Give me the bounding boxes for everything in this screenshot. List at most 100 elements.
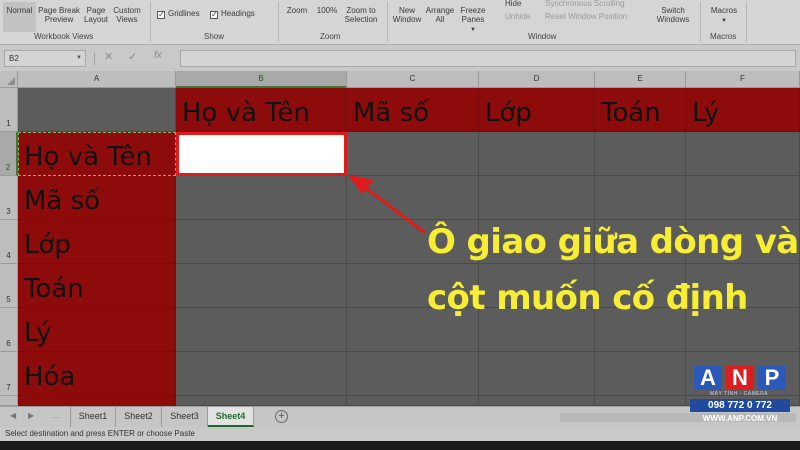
cancel-icon[interactable]: ✕ (104, 50, 113, 63)
cell-text: Lý (692, 98, 720, 128)
row-header-1[interactable]: 1 (0, 88, 18, 132)
row-header-4[interactable]: 4 (0, 220, 18, 264)
reset-window-position-button[interactable]: Reset Window Position (545, 12, 627, 22)
freeze-panes-button[interactable]: Freeze Panes ▼ (456, 6, 490, 35)
cell-e1[interactable]: Toán (595, 88, 686, 132)
scroll-right-icon[interactable]: ▶ (28, 411, 34, 420)
row-header-7[interactable]: 7 (0, 352, 18, 396)
row-number: 6 (6, 339, 11, 348)
cell-a6[interactable]: Lý (18, 308, 176, 352)
grid-cell[interactable] (479, 396, 595, 406)
gridlines-checkbox[interactable]: ✓ Gridlines (157, 9, 200, 19)
row-header-2[interactable]: 2 (0, 132, 18, 176)
cell-a5[interactable]: Toán (18, 264, 176, 308)
normal-view-button[interactable]: Normal (3, 2, 36, 32)
zoom-button[interactable]: Zoom (282, 6, 312, 15)
column-header-f[interactable]: F (686, 71, 800, 88)
tab-sheet3[interactable]: Sheet3 (162, 407, 208, 427)
grid-cell[interactable] (176, 396, 347, 406)
headings-checkbox[interactable]: ✓ Headings (210, 9, 255, 19)
grid-cell[interactable] (479, 132, 595, 176)
grid-cell[interactable] (176, 352, 347, 396)
cell-text: Họ và Tên (24, 142, 153, 172)
grid-cell[interactable] (686, 132, 800, 176)
cell-c1[interactable]: Mã số (347, 88, 479, 132)
page-layout-button[interactable]: Page Layout (82, 6, 110, 24)
arrange-all-button[interactable]: Arrange All (424, 6, 456, 24)
custom-views-button[interactable]: Custom Views (110, 6, 144, 24)
zoom-to-selection-button[interactable]: Zoom to Selection (340, 6, 382, 24)
synchronous-scrolling-button[interactable]: Synchronous Scrolling (545, 0, 625, 9)
page-break-preview-button[interactable]: Page Break Preview (38, 6, 80, 24)
chevron-down-icon: ▼ (76, 55, 82, 61)
gridlines-label: Gridlines (168, 9, 200, 18)
grid-cell[interactable] (176, 176, 347, 220)
add-sheet-button[interactable]: + (275, 410, 288, 423)
grid-cell[interactable] (347, 132, 479, 176)
column-header-b[interactable]: B (176, 71, 347, 88)
logo-website: WWW.ANP.COM.VN (702, 414, 778, 423)
headings-label: Headings (221, 9, 255, 18)
formula-input[interactable] (180, 50, 796, 67)
scroll-left-icon[interactable]: ◀ (10, 411, 16, 420)
synchronous-scrolling-label: Synchronous Scrolling (545, 0, 625, 8)
cell-a8[interactable] (18, 396, 176, 406)
enter-icon[interactable]: ✓ (128, 50, 137, 63)
arrange-all-label: Arrange All (425, 6, 455, 24)
new-window-button[interactable]: New Window (390, 6, 424, 24)
cell-b1[interactable]: Họ và Tên (176, 88, 347, 132)
zoom-100-button[interactable]: 100% (314, 6, 340, 15)
tab-sheet1[interactable]: Sheet1 (70, 407, 116, 427)
tab-sheet4[interactable]: Sheet4 (208, 407, 254, 427)
grid-cell[interactable] (595, 396, 686, 406)
grid-cell[interactable] (176, 264, 347, 308)
tab-sheet2[interactable]: Sheet2 (116, 407, 162, 427)
column-header-e[interactable]: E (595, 71, 686, 88)
cell-a7[interactable]: Hóa (18, 352, 176, 396)
column-header-c[interactable]: C (347, 71, 479, 88)
insert-function-icon[interactable]: fx (154, 50, 162, 61)
hide-button[interactable]: Hide (505, 0, 521, 9)
group-workbook-views: Workbook Views (34, 32, 94, 41)
row-number: 4 (6, 251, 11, 260)
active-cell-b2[interactable] (176, 132, 347, 176)
page-break-preview-label: Page Break Preview (38, 6, 80, 24)
group-macros: Macros (710, 32, 737, 41)
switch-windows-button[interactable]: Switch Windows (652, 6, 694, 24)
macros-label: Macros (710, 6, 738, 15)
grid-cell[interactable] (595, 352, 686, 396)
cell-a3[interactable]: Mã số (18, 176, 176, 220)
name-box[interactable]: B2 ▼ (4, 50, 86, 67)
select-all-button[interactable] (0, 71, 18, 88)
cell-text: Mã số (24, 186, 101, 216)
cell-f1[interactable]: Lý (686, 88, 800, 132)
hide-label: Hide (505, 0, 522, 8)
macros-button[interactable]: Macros ▼ (706, 6, 742, 26)
grid-cell[interactable] (176, 308, 347, 352)
cell-text: Toán (24, 274, 84, 304)
unhide-button[interactable]: Unhide (505, 12, 530, 22)
formula-divider (94, 53, 95, 65)
row-header-6[interactable]: 6 (0, 308, 18, 352)
grid-cell[interactable] (347, 396, 479, 406)
grid-cell[interactable] (479, 352, 595, 396)
cell-d1[interactable]: Lớp (479, 88, 595, 132)
sheet-tab-bar: ◀ ▶ … Sheet1 Sheet2 Sheet3 Sheet4 + (0, 406, 800, 427)
ribbon-divider (387, 2, 388, 42)
row-header-8[interactable] (0, 396, 18, 406)
cell-a1[interactable] (18, 88, 176, 132)
cell-a4[interactable]: Lớp (18, 220, 176, 264)
row-header-3[interactable]: 3 (0, 176, 18, 220)
cell-a2[interactable]: Họ và Tên (18, 132, 176, 176)
row-number: 5 (6, 295, 11, 304)
grid-cell[interactable] (595, 132, 686, 176)
more-sheets-icon[interactable]: … (52, 411, 60, 420)
group-zoom: Zoom (320, 32, 341, 41)
column-header-a[interactable]: A (18, 71, 176, 88)
grid-cell[interactable] (347, 352, 479, 396)
column-header-d[interactable]: D (479, 71, 595, 88)
group-show: Show (204, 32, 225, 41)
row-header-5[interactable]: 5 (0, 264, 18, 308)
grid-cell[interactable] (176, 220, 347, 264)
checkmark-icon: ✓ (210, 10, 218, 19)
